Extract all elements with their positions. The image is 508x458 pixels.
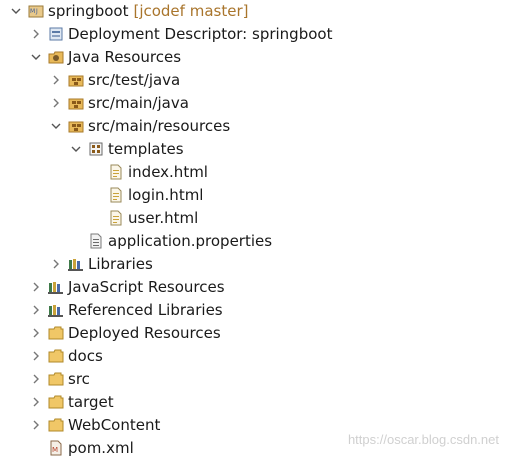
chevron-right-icon[interactable] [50,97,62,109]
folder-icon [48,417,64,433]
tree-item-label: springboot [jcodef master] [48,2,249,20]
java-project-icon: MJ [28,3,44,19]
tree-row-user-html[interactable]: user.html [0,207,508,230]
tree-item-label: src/main/resources [88,117,231,135]
chevron-right-icon[interactable] [30,327,42,339]
tree-row-application-properties[interactable]: application.properties [0,230,508,253]
chevron-right-icon[interactable] [30,396,42,408]
folder-icon [48,394,64,410]
tree-item-label: docs [68,347,103,365]
xml-file-icon: M [48,440,64,456]
svg-text:J: J [35,8,38,15]
project-explorer-tree: MJ springboot [jcodef master] Deployment … [0,0,508,457]
svg-text:M: M [30,8,35,15]
svg-text:M: M [52,446,58,454]
tree-row-src-test-java[interactable]: src/test/java [0,69,508,92]
libraries-icon [68,256,84,272]
tree-row-referenced-libraries[interactable]: Referenced Libraries [0,299,508,322]
package-folder-icon [68,72,84,88]
java-resources-icon [48,49,64,65]
folder-icon [48,325,64,341]
tree-row-javascript-resources[interactable]: JavaScript Resources [0,276,508,299]
tree-item-label: target [68,393,114,411]
html-file-icon [108,210,124,226]
chevron-down-icon[interactable] [50,120,62,132]
watermark: https://oscar.blog.csdn.net [347,432,499,447]
tree-row-index-html[interactable]: index.html [0,161,508,184]
html-file-icon [108,164,124,180]
tree-item-label: login.html [128,186,204,204]
tree-row-deployment-descriptor[interactable]: Deployment Descriptor: springboot [0,23,508,46]
tree-row-login-html[interactable]: login.html [0,184,508,207]
html-file-icon [108,187,124,203]
tree-row-target[interactable]: target [0,391,508,414]
tree-item-label: src/test/java [88,71,181,89]
tree-item-label: JavaScript Resources [68,278,225,296]
tree-item-label: index.html [128,163,208,181]
chevron-right-icon[interactable] [30,304,42,316]
chevron-right-icon[interactable] [30,28,42,40]
tree-row-java-resources[interactable]: Java Resources [0,46,508,69]
properties-file-icon [88,233,104,249]
package-folder-icon [68,118,84,134]
chevron-right-icon[interactable] [50,258,62,270]
tree-row-src-main-resources[interactable]: src/main/resources [0,115,508,138]
tree-item-label: Deployment Descriptor: springboot [68,25,333,43]
tree-item-label: application.properties [108,232,273,250]
tree-item-label: Deployed Resources [68,324,221,342]
tree-item-label: templates [108,140,184,158]
chevron-right-icon[interactable] [30,419,42,431]
chevron-right-icon[interactable] [30,373,42,385]
tree-item-label: pom.xml [68,439,134,457]
chevron-down-icon[interactable] [10,5,22,17]
tree-row-src-main-java[interactable]: src/main/java [0,92,508,115]
chevron-down-icon[interactable] [70,143,82,155]
folder-icon [48,371,64,387]
tree-row-src[interactable]: src [0,368,508,391]
folder-icon [48,348,64,364]
tree-row-deployed-resources[interactable]: Deployed Resources [0,322,508,345]
chevron-right-icon[interactable] [50,74,62,86]
chevron-right-icon[interactable] [30,281,42,293]
libraries-icon [48,302,64,318]
deployment-descriptor-icon [48,26,64,42]
tree-item-label: WebContent [68,416,161,434]
chevron-down-icon[interactable] [30,51,42,63]
tree-item-label: user.html [128,209,199,227]
tree-row-springboot[interactable]: MJ springboot [jcodef master] [0,0,508,23]
tree-item-label: src [68,370,90,388]
package-folder-icon [68,95,84,111]
tree-item-label: Libraries [88,255,153,273]
tree-row-templates[interactable]: templates [0,138,508,161]
tree-row-docs[interactable]: docs [0,345,508,368]
package-icon [88,141,104,157]
scm-branch-label: [jcodef master] [133,2,249,20]
tree-row-libraries[interactable]: Libraries [0,253,508,276]
chevron-right-icon[interactable] [30,350,42,362]
tree-item-label: Referenced Libraries [68,301,223,319]
tree-item-label: src/main/java [88,94,189,112]
javascript-resources-icon [48,279,64,295]
tree-item-label: Java Resources [68,48,182,66]
